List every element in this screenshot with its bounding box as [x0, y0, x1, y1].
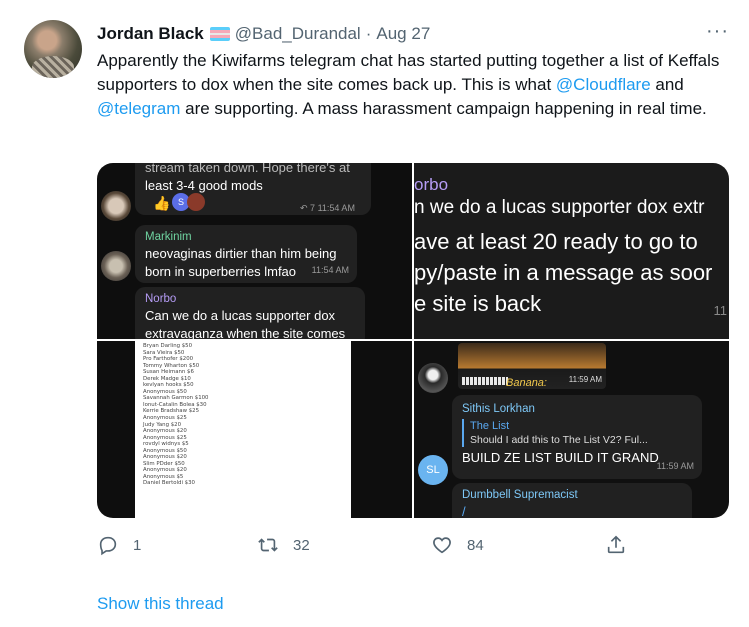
chat-text: extravaganza when the site comes [145, 326, 346, 339]
retweet-count: 32 [293, 536, 310, 554]
chat-text: py/paste in a message as soor [414, 260, 713, 285]
donor-list: Bryan Darling $50 Sara Vieira $50 Pro Fart… [135, 341, 351, 518]
reaction-count-value: 7 [310, 203, 316, 213]
retweet-button[interactable]: 32 [257, 534, 310, 556]
chat-time: 11 [713, 303, 728, 318]
chat-text: / [462, 504, 466, 518]
chat-text: n we do a lucas supporter dox extr [414, 197, 705, 218]
chat-time: 11:54 AM [311, 265, 349, 275]
tweet-date[interactable]: Aug 27 [376, 24, 430, 44]
share-button[interactable] [605, 534, 627, 556]
chat-bubble: Dumbbell Supremacist / [452, 483, 692, 518]
reaction-thumbs-icon: 👍 [153, 195, 171, 211]
media-image-4[interactable]: Banana: 11:59 AM Sithis Lorkhan The List… [414, 341, 729, 518]
media-grid: stream taken down. Hope there's at least… [97, 163, 729, 518]
author-handle[interactable]: @Bad_Durandal [235, 24, 361, 44]
share-icon [607, 535, 625, 554]
chat-text: ave at least 20 ready to go to [414, 229, 698, 254]
reply-icon [99, 536, 117, 556]
tweet-text-part: and [650, 75, 684, 94]
like-button[interactable]: 84 [431, 534, 484, 556]
chat-bubble: Sithis Lorkhan The List Should I add thi… [452, 395, 702, 479]
quoted-message[interactable]: The List Should I add this to The List V… [462, 419, 692, 447]
mention-cloudflare-link[interactable]: @Cloudflare [556, 75, 651, 94]
like-count: 84 [467, 536, 484, 554]
media-image-2[interactable]: orbo n we do a lucas supporter dox extr … [414, 163, 729, 339]
chat-bubble: Norbo Can we do a lucas supporter dox ex… [135, 287, 365, 339]
heart-icon [433, 537, 451, 554]
reaction-time: 11:54 AM [317, 203, 355, 213]
reaction-count: ↶ 7 11:54 AM [300, 203, 355, 213]
mention-telegram-link[interactable]: @telegram [97, 99, 180, 118]
chat-sender: Norbo [145, 293, 177, 305]
author-name[interactable]: Jordan Black [97, 24, 204, 44]
chat-text: e site is back [414, 291, 542, 316]
tweet-actions: 1 32 84 [97, 534, 637, 562]
chat-bubble: Markinim neovaginas dirtier than him bei… [135, 225, 357, 283]
reply-count: 1 [133, 536, 142, 554]
retweet-icon [258, 538, 278, 552]
chat-sender: Dumbbell Supremacist [462, 489, 578, 501]
piano-keys [462, 377, 508, 385]
chat-text: stream taken down. Hope there's at [145, 163, 350, 175]
chat-sender: orbo [414, 175, 449, 194]
donor-row: Daniel Bertoldi $30 [143, 480, 195, 487]
media-image-3[interactable]: Bryan Darling $50 Sara Vieira $50 Pro Fart… [97, 341, 412, 518]
chat-time: 11:59 AM [656, 461, 694, 471]
chat-avatar [418, 363, 448, 393]
more-options-icon[interactable]: ··· [706, 20, 729, 43]
show-thread-link[interactable]: Show this thread [97, 594, 224, 614]
quoted-text: Should I add this to The List V2? Ful... [470, 434, 648, 446]
chat-sender: Sithis Lorkhan [462, 403, 535, 415]
quoted-title: The List [470, 420, 510, 432]
chat-text: least 3-4 good mods [145, 178, 263, 193]
chat-avatar [101, 251, 131, 281]
tweet-text: Apparently the Kiwifarms telegram chat h… [97, 49, 727, 121]
separator-dot: · [365, 24, 372, 43]
trans-flag-emoji [209, 27, 230, 41]
chat-text: Can we do a lucas supporter dox [145, 308, 336, 323]
chat-image-banner: Banana: 11:59 AM [458, 343, 606, 389]
reaction-avatar [187, 193, 205, 211]
chat-avatar-initials: SL [418, 455, 448, 485]
banner-text: Banana: [506, 377, 547, 389]
media-image-1[interactable]: stream taken down. Hope there's at least… [97, 163, 412, 339]
author-avatar[interactable] [24, 20, 82, 78]
banner-time: 11:59 AM [568, 375, 602, 384]
tweet-header: Jordan Black @Bad_Durandal · Aug 27 ··· [97, 20, 729, 46]
reply-button[interactable]: 1 [97, 534, 141, 556]
tweet-text-part: are supporting. A mass harassment campai… [180, 99, 707, 118]
chat-sender: Markinim [145, 231, 192, 243]
chat-avatar [101, 191, 131, 221]
